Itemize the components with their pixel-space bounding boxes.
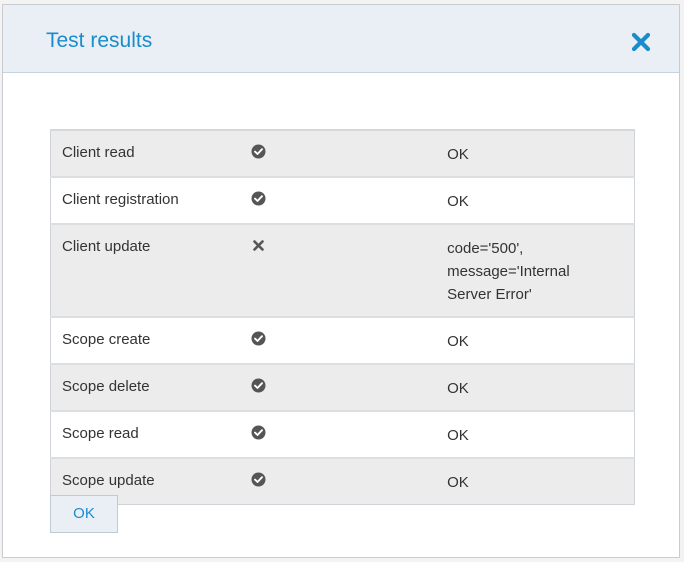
test-name: Scope read: [50, 410, 247, 458]
result-message: OK: [437, 410, 635, 458]
x-icon: [251, 238, 266, 253]
status-cell: [246, 457, 438, 505]
test-name: Client read: [50, 129, 247, 177]
result-message: OK: [437, 129, 635, 177]
check-circle-icon: [251, 331, 266, 346]
result-message: OK: [437, 363, 635, 411]
status-cell: [246, 223, 438, 317]
result-message: OK: [437, 176, 635, 224]
table-row: Scope update OK: [50, 457, 635, 505]
result-message: OK: [437, 457, 635, 505]
dialog-title: Test results: [46, 29, 153, 52]
test-results-dialog: Test results Client read OK Client regis…: [2, 4, 680, 558]
check-circle-icon: [251, 144, 266, 159]
status-cell: [246, 176, 438, 224]
status-cell: [246, 410, 438, 458]
status-cell: [246, 363, 438, 411]
test-name: Client registration: [50, 176, 247, 224]
result-message: OK: [437, 316, 635, 364]
table-row: Client update code='500', message='Inter…: [50, 223, 635, 317]
table-row: Client read OK: [50, 129, 635, 177]
status-cell: [246, 316, 438, 364]
check-circle-icon: [251, 425, 266, 440]
test-name: Scope create: [50, 316, 247, 364]
result-message: code='500', message='Internal Server Err…: [437, 223, 635, 317]
table-row: Client registration OK: [50, 176, 635, 224]
dialog-header: Test results: [3, 5, 679, 73]
test-name: Client update: [50, 223, 247, 317]
table-row: Scope read OK: [50, 410, 635, 458]
table-row: Scope create OK: [50, 316, 635, 364]
table-row: Scope delete OK: [50, 363, 635, 411]
check-circle-icon: [251, 191, 266, 206]
check-circle-icon: [251, 378, 266, 393]
close-icon[interactable]: [629, 30, 653, 54]
ok-button[interactable]: OK: [50, 495, 118, 533]
status-cell: [246, 129, 438, 177]
check-circle-icon: [251, 472, 266, 487]
results-table: Client read OK Client registration OK Cl…: [50, 129, 635, 505]
test-name: Scope delete: [50, 363, 247, 411]
